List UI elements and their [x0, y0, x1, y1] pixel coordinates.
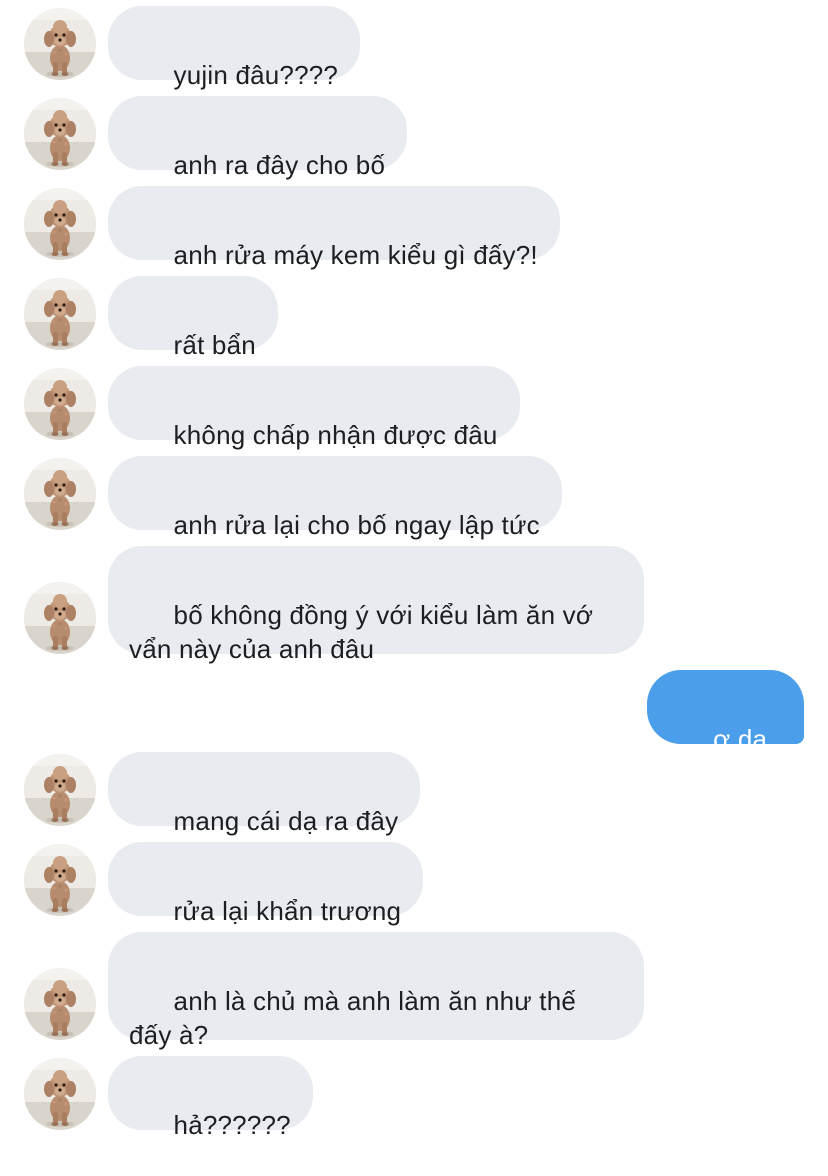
incoming-message-bubble[interactable]: anh ra đây cho bố	[108, 96, 408, 180]
poodle-avatar-icon	[24, 98, 96, 170]
message-text: bố không đồng ý với kiểu làm ăn vớ vẩn n…	[129, 600, 594, 664]
message-row: ơ dạ..	[0, 670, 828, 754]
sender-avatar[interactable]	[24, 98, 96, 170]
message-row: anh là chủ mà anh làm ăn như thế đấy à?	[0, 932, 828, 1050]
sender-avatar[interactable]	[24, 844, 96, 916]
sender-avatar[interactable]	[24, 368, 96, 440]
incoming-message-bubble[interactable]: hả??????	[108, 1056, 313, 1140]
poodle-avatar-icon	[24, 368, 96, 440]
message-row: rửa lại khẩn trương	[0, 842, 828, 926]
incoming-message-bubble[interactable]: bố không đồng ý với kiểu làm ăn vớ vẩn n…	[108, 546, 644, 664]
message-row: anh rửa lại cho bố ngay lập tức	[0, 456, 828, 540]
incoming-message-bubble[interactable]: rất bẩn	[108, 276, 278, 360]
poodle-avatar-icon	[24, 582, 96, 654]
message-text: rất bẩn	[173, 330, 256, 360]
message-row: bố không đồng ý với kiểu làm ăn vớ vẩn n…	[0, 546, 828, 664]
sender-avatar[interactable]	[24, 754, 96, 826]
message-text: anh rửa máy kem kiểu gì đấy?!	[173, 240, 538, 270]
poodle-avatar-icon	[24, 968, 96, 1040]
incoming-message-bubble[interactable]: mang cái dạ ra đây	[108, 752, 421, 836]
incoming-message-bubble[interactable]: không chấp nhận được đâu	[108, 366, 520, 450]
message-text: anh rửa lại cho bố ngay lập tức	[173, 510, 540, 540]
poodle-avatar-icon	[24, 844, 96, 916]
incoming-message-bubble[interactable]: anh rửa máy kem kiểu gì đấy?!	[108, 186, 560, 270]
poodle-avatar-icon	[24, 754, 96, 826]
sender-avatar[interactable]	[24, 8, 96, 80]
poodle-avatar-icon	[24, 188, 96, 260]
sender-avatar[interactable]	[24, 458, 96, 530]
message-row: hả??????	[0, 1056, 828, 1140]
sender-avatar[interactable]	[24, 188, 96, 260]
message-text: anh là chủ mà anh làm ăn như thế đấy à?	[129, 986, 577, 1050]
poodle-avatar-icon	[24, 8, 96, 80]
sender-avatar[interactable]	[24, 278, 96, 350]
message-thread: yujin đâu???? anh ra đây cho bố anh rửa …	[0, 0, 828, 1152]
incoming-message-bubble[interactable]: yujin đâu????	[108, 6, 361, 90]
message-text: hả??????	[173, 1110, 291, 1140]
incoming-message-bubble[interactable]: anh rửa lại cho bố ngay lập tức	[108, 456, 562, 540]
message-text: yujin đâu????	[173, 60, 339, 90]
sender-avatar[interactable]	[24, 968, 96, 1040]
message-text: không chấp nhận được đâu	[173, 420, 498, 450]
poodle-avatar-icon	[24, 458, 96, 530]
sender-avatar[interactable]	[24, 582, 96, 654]
incoming-message-bubble[interactable]: anh là chủ mà anh làm ăn như thế đấy à?	[108, 932, 644, 1050]
message-row: anh ra đây cho bố	[0, 96, 828, 180]
poodle-avatar-icon	[24, 278, 96, 350]
message-row: rất bẩn	[0, 276, 828, 360]
message-row: anh rửa máy kem kiểu gì đấy?!	[0, 186, 828, 270]
outgoing-message-bubble[interactable]: ơ dạ..	[646, 670, 804, 754]
message-text: rửa lại khẩn trương	[173, 896, 402, 926]
message-row: yujin đâu????	[0, 6, 828, 90]
message-text: mang cái dạ ra đây	[173, 806, 399, 836]
poodle-avatar-icon	[24, 1058, 96, 1130]
message-text: ơ dạ..	[713, 724, 782, 754]
incoming-message-bubble[interactable]: rửa lại khẩn trương	[108, 842, 424, 926]
message-row: mang cái dạ ra đây	[0, 752, 828, 836]
sender-avatar[interactable]	[24, 1058, 96, 1130]
message-row: không chấp nhận được đâu	[0, 366, 828, 450]
message-text: anh ra đây cho bố	[173, 150, 386, 180]
